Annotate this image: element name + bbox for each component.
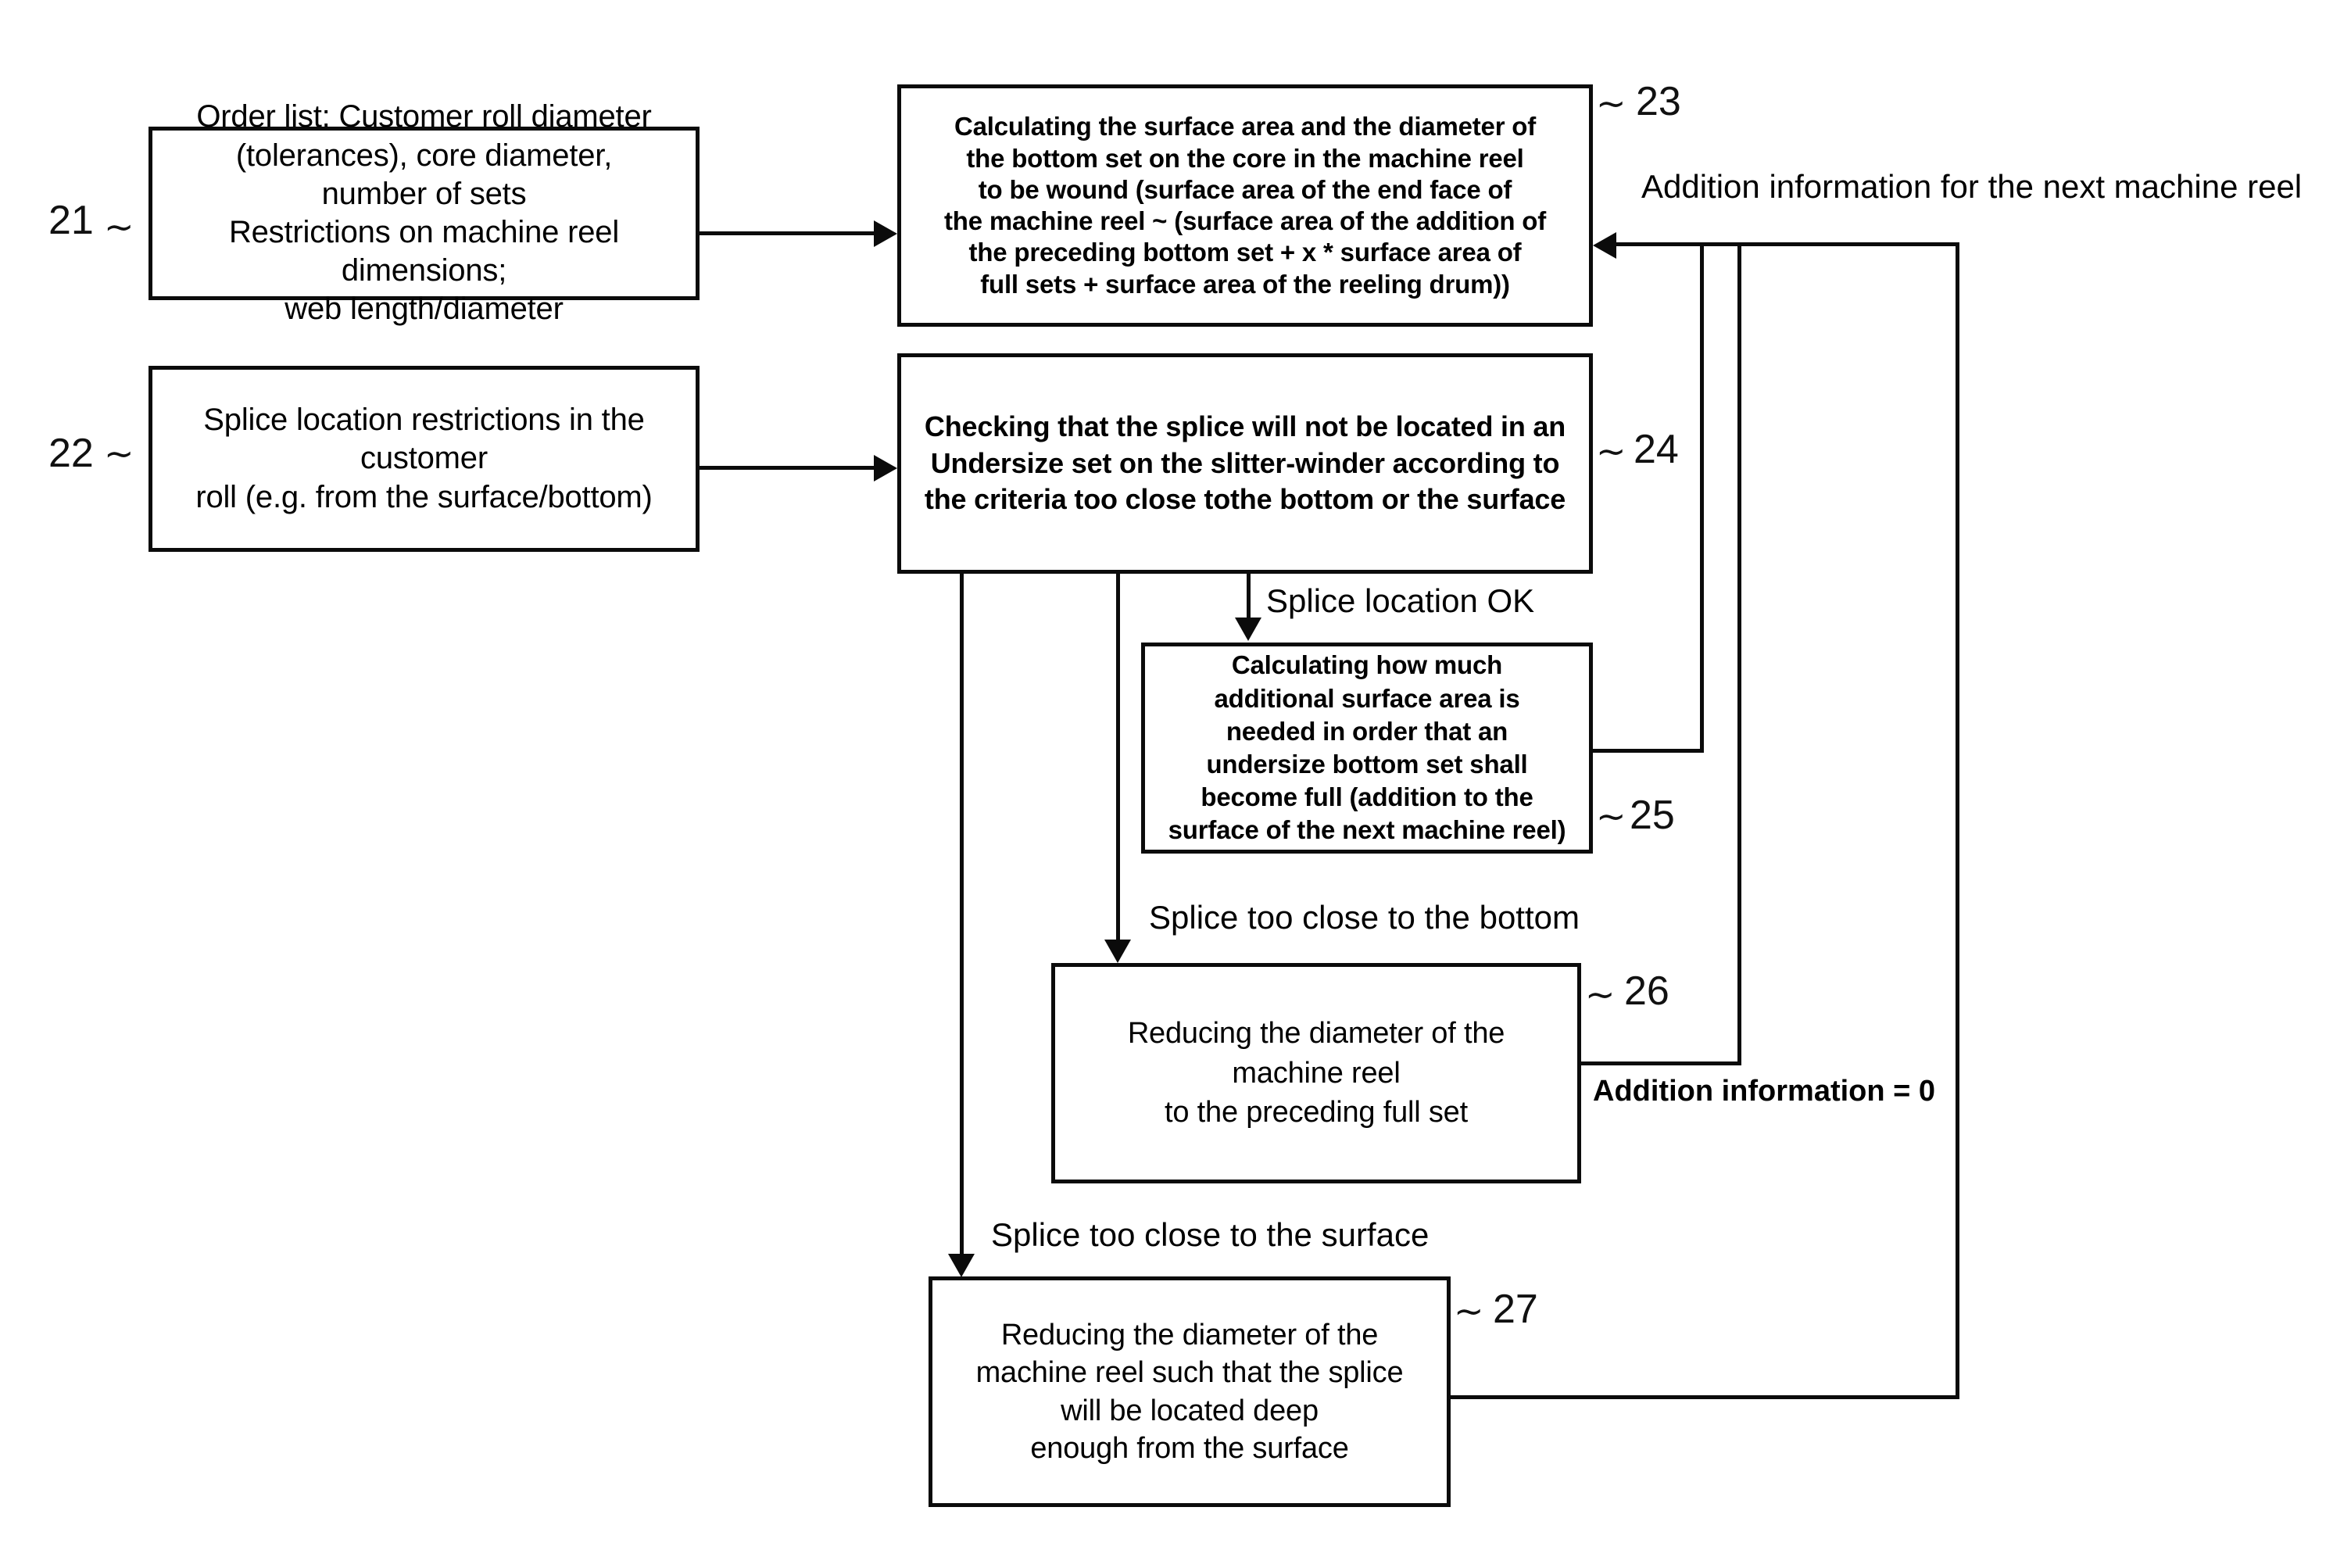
reference-numeral-23: 23: [1636, 79, 1681, 124]
leader-squiggle-23: ∼: [1596, 84, 1626, 124]
process-box-25: Calculating how much additional surface …: [1141, 643, 1593, 854]
edge-label-splice-ok: Splice location OK: [1266, 582, 1535, 619]
process-box-27: Reducing the diameter of the machine ree…: [929, 1276, 1451, 1507]
edge-22-to-24-arrowhead: [874, 455, 897, 481]
process-box-26: Reducing the diameter of the machine ree…: [1051, 963, 1581, 1183]
leader-squiggle-24: ∼: [1596, 431, 1626, 471]
feedback-bus-horizontal: [1616, 242, 1959, 246]
feedback-26-vertical: [1737, 242, 1741, 1065]
reference-numeral-22: 22: [48, 431, 94, 476]
edge-label-splice-bottom: Splice too close to the bottom: [1149, 899, 1580, 936]
edge-21-to-23-arrowhead: [874, 220, 897, 247]
edge-24-to-26-line: [1116, 574, 1120, 941]
edge-21-to-23-line: [700, 231, 875, 235]
process-box-27-text: Reducing the diameter of the machine ree…: [975, 1319, 1404, 1465]
figure-canvas: Order list: Customer roll diameter (tole…: [0, 0, 2326, 1568]
edge-22-to-24-line: [700, 466, 875, 470]
leader-squiggle-21: ∼: [104, 207, 134, 247]
leader-squiggle-22: ∼: [104, 434, 134, 474]
process-box-21: Order list: Customer roll diameter (tole…: [149, 99, 700, 326]
process-box-22: Splice location restrictions in the cust…: [149, 366, 700, 552]
process-box-23-text: Calculating the surface area and the dia…: [943, 112, 1547, 299]
reference-numeral-24: 24: [1634, 427, 1679, 472]
reference-numeral-27: 27: [1493, 1287, 1538, 1332]
process-box-23: Calculating the surface area and the dia…: [897, 84, 1593, 327]
leader-squiggle-26: ∼: [1585, 975, 1616, 1015]
edge-24-to-27-arrowhead: [948, 1254, 975, 1277]
process-box-25-text: Calculating how much additional surface …: [1168, 650, 1566, 845]
edge-label-addition-zero: Addition information = 0: [1593, 1075, 1936, 1108]
feedback-27-vertical: [1956, 242, 1959, 1398]
process-box-24: Checking that the splice will not be loc…: [897, 353, 1593, 574]
reference-numeral-25: 25: [1630, 793, 1675, 838]
edge-24-to-25-arrowhead: [1235, 618, 1261, 641]
reference-numeral-26: 26: [1624, 968, 1669, 1014]
feedback-27-horizontal: [1451, 1395, 1959, 1399]
edge-24-to-26-arrowhead: [1104, 940, 1131, 963]
process-box-21-text: Order list: Customer roll diameter (tole…: [196, 99, 652, 327]
process-box-24-text: Checking that the splice will not be loc…: [924, 410, 1566, 516]
reference-numeral-21: 21: [48, 198, 94, 243]
leader-squiggle-27: ∼: [1454, 1291, 1484, 1331]
edge-label-splice-surface: Splice too close to the surface: [991, 1216, 1430, 1253]
edge-24-to-25-line: [1247, 574, 1251, 619]
process-box-26-text: Reducing the diameter of the machine ree…: [1127, 1017, 1505, 1129]
feedback-25-vertical: [1700, 242, 1704, 753]
edge-24-to-27-line: [960, 574, 964, 1255]
leader-squiggle-25: ∼: [1596, 797, 1626, 836]
feedback-bus-arrowhead: [1593, 232, 1616, 259]
feedback-25-horizontal: [1593, 749, 1704, 753]
process-box-22-text: Splice location restrictions in the cust…: [195, 403, 653, 514]
edge-label-addition-next-reel: Addition information for the next machin…: [1641, 168, 2303, 205]
feedback-26-horizontal: [1581, 1061, 1741, 1065]
